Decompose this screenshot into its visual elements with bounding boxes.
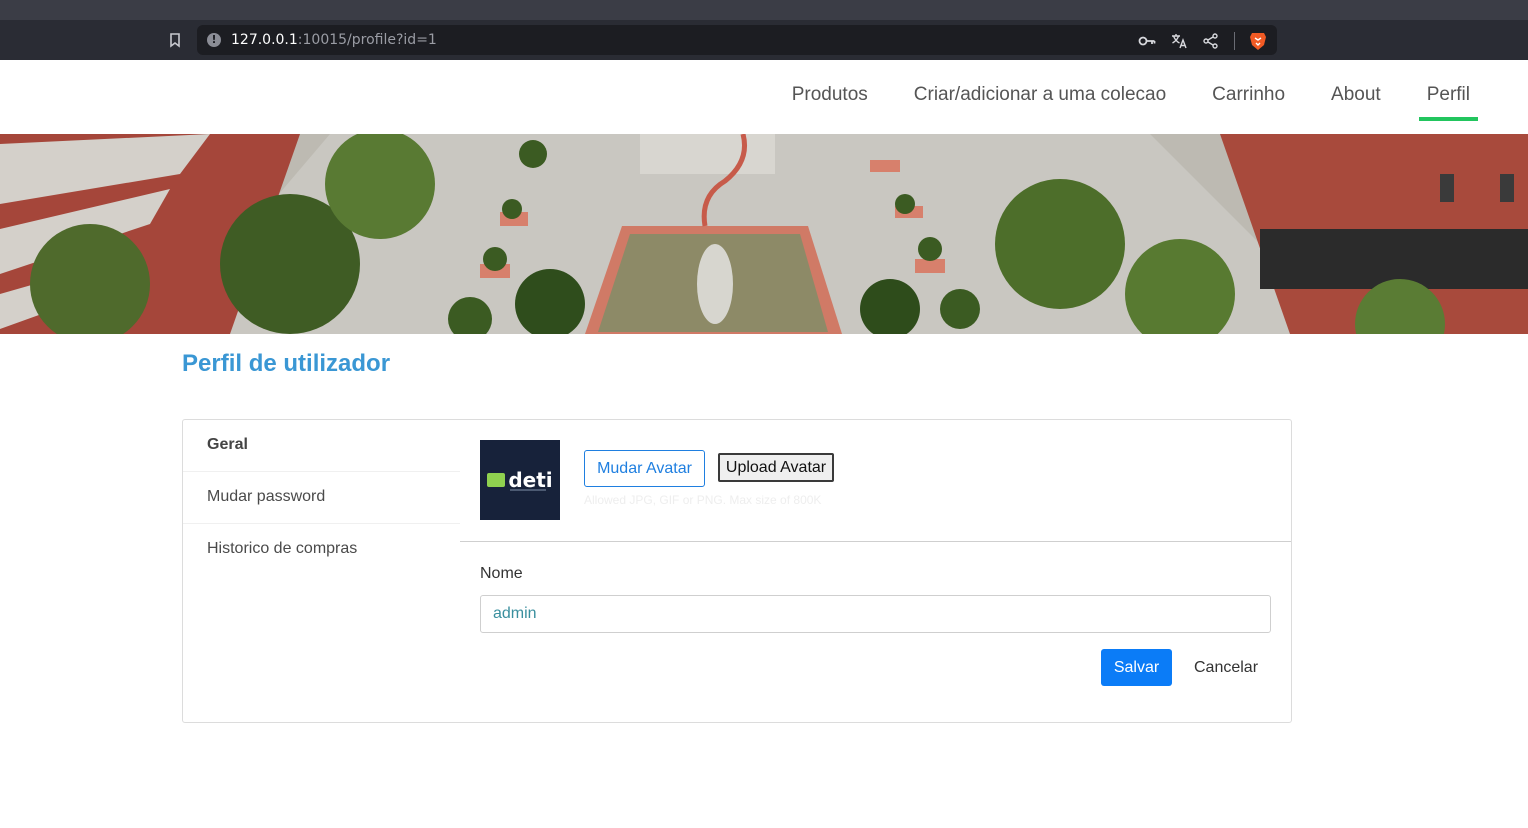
- change-avatar-button[interactable]: Mudar Avatar: [584, 450, 705, 487]
- avatar: deti: [480, 440, 560, 520]
- sidebar-item-geral[interactable]: Geral: [183, 420, 460, 472]
- browser-toolbar: ! 127.0.0.1:10015/profile?id=1: [0, 20, 1528, 60]
- sidebar-item-mudar-password[interactable]: Mudar password: [183, 472, 460, 524]
- logo-subtitle-line: [510, 489, 546, 491]
- nav-criar-colecao[interactable]: Criar/adicionar a uma colecao: [891, 60, 1189, 134]
- nav-produtos[interactable]: Produtos: [769, 60, 891, 134]
- main-navbar: Produtos Criar/adicionar a uma colecao C…: [0, 60, 1528, 134]
- nav-menu: Produtos Criar/adicionar a uma colecao C…: [769, 60, 1493, 134]
- avatar-section: deti Mudar Avatar Upload Avatar Allowed …: [460, 420, 1291, 542]
- save-button[interactable]: Salvar: [1101, 649, 1172, 686]
- nav-perfil[interactable]: Perfil: [1404, 60, 1493, 134]
- bookmark-icon[interactable]: [166, 31, 184, 49]
- deti-logo-icon: [487, 473, 506, 487]
- name-input[interactable]: [480, 595, 1271, 633]
- share-icon[interactable]: [1202, 32, 1220, 50]
- name-label: Nome: [480, 565, 523, 582]
- page-title: Perfil de utilizador: [182, 350, 391, 377]
- separator: [1234, 32, 1235, 50]
- address-bar[interactable]: ! 127.0.0.1:10015/profile?id=1: [197, 25, 1277, 55]
- info-icon[interactable]: !: [207, 33, 221, 47]
- profile-content: deti Mudar Avatar Upload Avatar Allowed …: [460, 420, 1291, 722]
- url-text[interactable]: 127.0.0.1:10015/profile?id=1: [231, 32, 437, 48]
- translate-icon[interactable]: [1170, 32, 1188, 50]
- sidebar-item-historico-compras[interactable]: Historico de compras: [183, 524, 460, 576]
- cancel-button[interactable]: Cancelar: [1183, 649, 1269, 686]
- upload-avatar-button[interactable]: Upload Avatar: [718, 453, 834, 482]
- address-bar-icons: [1138, 31, 1267, 51]
- banner-image: [0, 134, 1528, 334]
- browser-tab-strip: [0, 0, 1528, 20]
- profile-card: Geral Mudar password Historico de compra…: [182, 419, 1292, 723]
- nav-about[interactable]: About: [1308, 60, 1404, 134]
- profile-sidebar: Geral Mudar password Historico de compra…: [183, 420, 460, 722]
- key-icon[interactable]: [1138, 32, 1156, 50]
- url-host: 127.0.0.1: [231, 32, 298, 48]
- campus-courtyard-image: [0, 134, 1528, 334]
- nav-carrinho[interactable]: Carrinho: [1189, 60, 1308, 134]
- brave-lion-icon[interactable]: [1249, 31, 1267, 51]
- avatar-hint: Allowed JPG, GIF or PNG. Max size of 800…: [584, 493, 822, 507]
- url-path: :10015/profile?id=1: [297, 32, 437, 48]
